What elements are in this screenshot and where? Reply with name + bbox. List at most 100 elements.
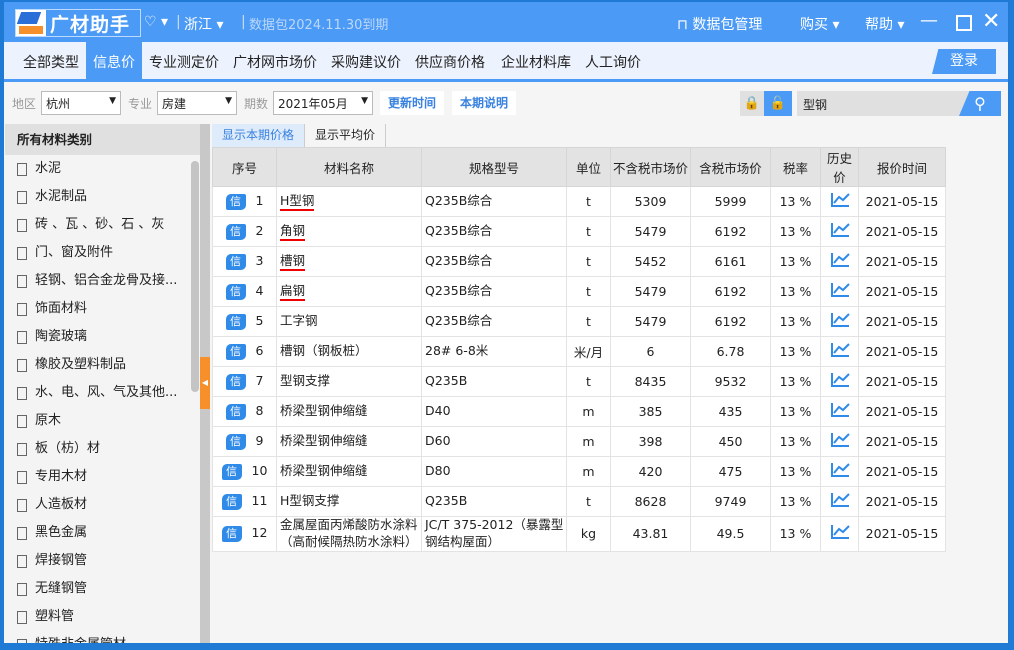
lock-icon[interactable]: 🔒 [740, 91, 764, 116]
nav-tab[interactable]: 专业测定价 [142, 42, 226, 79]
diamond-icon[interactable]: ♡ ▾ [144, 14, 168, 30]
sep: | [241, 14, 246, 30]
login-button[interactable]: 登录 [932, 49, 996, 74]
info-badge[interactable]: 信 [221, 526, 242, 543]
info-badge[interactable]: 信 [225, 254, 246, 270]
period-note-button[interactable]: 本期说明 [452, 91, 517, 115]
category-item[interactable]: 特殊非金属管材 [5, 631, 200, 643]
buy-menu[interactable]: 购买 ▾ [800, 14, 839, 34]
search-box[interactable]: 型钢 ⚲ [797, 91, 1001, 116]
column-header[interactable]: 序号 [212, 147, 277, 187]
unlock-icon[interactable]: 🔓 [764, 91, 792, 116]
category-item[interactable]: 饰面材料 [5, 295, 200, 323]
column-header[interactable]: 税率 [770, 147, 821, 187]
nav-tab[interactable]: 采购建议价 [324, 42, 408, 79]
nav-tab[interactable]: 人工询价 [578, 42, 648, 79]
area-select[interactable]: 杭州 [41, 91, 121, 115]
trend-chart-icon[interactable] [830, 493, 850, 507]
period-select[interactable]: 2021年05月 [273, 91, 373, 115]
minimize-button[interactable]: — [920, 10, 938, 31]
column-header[interactable]: 规格型号 [421, 147, 567, 187]
category-item[interactable]: 门、窗及附件 [5, 239, 200, 267]
category-item[interactable]: 水泥制品 [5, 183, 200, 211]
category-item[interactable]: 砖 、瓦 、砂、石 、灰 [5, 211, 200, 239]
nav-tab[interactable]: 供应商价格 [408, 42, 492, 79]
package-manager-button[interactable]: ⊓ 数据包管理 [677, 14, 762, 34]
table-row[interactable]: 信 9 桥梁型钢伸缩缝 D60 m 398 450 13 % 2021-05-15 [212, 426, 946, 457]
quote-date: 2021-05-15 [858, 396, 946, 427]
spec: Q235B综合 [421, 276, 567, 307]
help-menu[interactable]: 帮助 ▾ [865, 14, 904, 34]
trend-chart-icon[interactable] [830, 525, 850, 540]
table-row[interactable]: 信 3 槽钢 Q235B综合 t 5452 6161 13 % 2021-05-15 [212, 246, 946, 277]
trend-chart-icon[interactable] [830, 193, 850, 207]
column-header[interactable]: 单位 [566, 147, 611, 187]
nav-tab[interactable]: 广材网市场价 [226, 42, 324, 79]
nav-tab[interactable]: 全部类型 [16, 42, 86, 79]
category-item[interactable]: 焊接钢管 [5, 547, 200, 575]
category-item[interactable]: 水泥 [5, 155, 200, 183]
major-select[interactable]: 房建 [157, 91, 237, 115]
category-item[interactable]: 轻钢、铝合金龙骨及接... [5, 267, 200, 295]
maximize-button[interactable] [956, 15, 972, 31]
table-row[interactable]: 信 11 H型钢支撑 Q235B t 8628 9749 13 % 2021-05-15 [212, 486, 946, 517]
category-item[interactable]: 专用木材 [5, 463, 200, 491]
trend-chart-icon[interactable] [830, 283, 850, 297]
search-input[interactable]: 型钢 [803, 96, 827, 113]
trend-chart-icon[interactable] [830, 253, 850, 267]
column-header[interactable]: 含税市场价 [690, 147, 771, 187]
table-row[interactable]: 信 8 桥梁型钢伸缩缝 D40 m 385 435 13 % 2021-05-15 [212, 396, 946, 427]
trend-chart-icon[interactable] [830, 343, 850, 357]
info-badge[interactable]: 信 [225, 404, 246, 420]
collapse-sidebar-button[interactable]: ◀ [200, 357, 210, 409]
region-dropdown[interactable]: 浙江 ▾ [184, 14, 223, 34]
category-item[interactable]: 板（枋）材 [5, 435, 200, 463]
trend-chart-icon[interactable] [830, 313, 850, 327]
category-item[interactable]: 黑色金属 [5, 519, 200, 547]
trend-chart-icon[interactable] [830, 433, 850, 447]
table-row[interactable]: 信 6 槽钢（钢板桩） 28# 6-8米 米/月 6 6.78 13 % 2021-05-15 [212, 336, 946, 367]
info-badge[interactable]: 信 [225, 194, 246, 210]
category-label: 无缝钢管 [35, 581, 88, 596]
info-badge[interactable]: 信 [225, 314, 246, 330]
tax-rate: 13 % [770, 216, 821, 247]
table-row[interactable]: 信 5 工字钢 Q235B综合 t 5479 6192 13 % 2021-05-15 [212, 306, 946, 337]
table-row[interactable]: 信 4 扁钢 Q235B综合 t 5479 6192 13 % 2021-05-15 [212, 276, 946, 307]
category-item[interactable]: 橡胶及塑料制品 [5, 351, 200, 379]
info-badge[interactable]: 信 [221, 494, 242, 510]
info-badge[interactable]: 信 [225, 344, 246, 360]
update-time-button[interactable]: 更新时间 [380, 91, 445, 115]
trend-chart-icon[interactable] [830, 223, 850, 237]
trend-chart-icon[interactable] [830, 403, 850, 417]
table-row[interactable]: 信 1 H型钢 Q235B综合 t 5309 5999 13 % 2021-05-15 [212, 186, 946, 217]
info-badge[interactable]: 信 [225, 284, 246, 300]
search-icon[interactable]: ⚲ [959, 91, 1001, 116]
category-item[interactable]: 原木 [5, 407, 200, 435]
info-badge[interactable]: 信 [225, 374, 246, 390]
column-header[interactable]: 历史价 [820, 147, 859, 187]
trend-chart-icon[interactable] [830, 463, 850, 477]
spec: D80 [421, 456, 567, 487]
table-row[interactable]: 信 2 角钢 Q235B综合 t 5479 6192 13 % 2021-05-15 [212, 216, 946, 247]
category-item[interactable]: 陶瓷玻璃 [5, 323, 200, 351]
column-header[interactable]: 不含税市场价 [610, 147, 691, 187]
column-header[interactable]: 材料名称 [276, 147, 422, 187]
close-button[interactable]: ✕ [982, 9, 1000, 34]
sidebar-scrollbar[interactable] [191, 161, 199, 392]
info-badge[interactable]: 信 [225, 224, 246, 240]
table-row[interactable]: 信 10 桥梁型钢伸缩缝 D80 m 420 475 13 % 2021-05-15 [212, 456, 946, 487]
nav-tab[interactable]: 企业材料库 [494, 42, 578, 79]
category-item[interactable]: 无缝钢管 [5, 575, 200, 603]
info-badge[interactable]: 信 [221, 464, 242, 480]
trend-chart-icon[interactable] [830, 373, 850, 387]
info-badge[interactable]: 信 [225, 434, 246, 450]
tab-average-price[interactable]: 显示平均价 [305, 124, 387, 147]
tab-current-price[interactable]: 显示本期价格 [212, 124, 306, 147]
table-row[interactable]: 信 12 金属屋面丙烯酸防水涂料（高耐候隔热防水涂料） JC/T 375-2012（暴… [212, 516, 946, 552]
table-row[interactable]: 信 7 型钢支撑 Q235B t 8435 9532 13 % 2021-05-15 [212, 366, 946, 397]
nav-tab[interactable]: 信息价 [86, 42, 142, 79]
category-item[interactable]: 水、电、风、气及其他... [5, 379, 200, 407]
column-header[interactable]: 报价时间 [858, 147, 946, 187]
category-item[interactable]: 人造板材 [5, 491, 200, 519]
category-item[interactable]: 塑料管 [5, 603, 200, 631]
